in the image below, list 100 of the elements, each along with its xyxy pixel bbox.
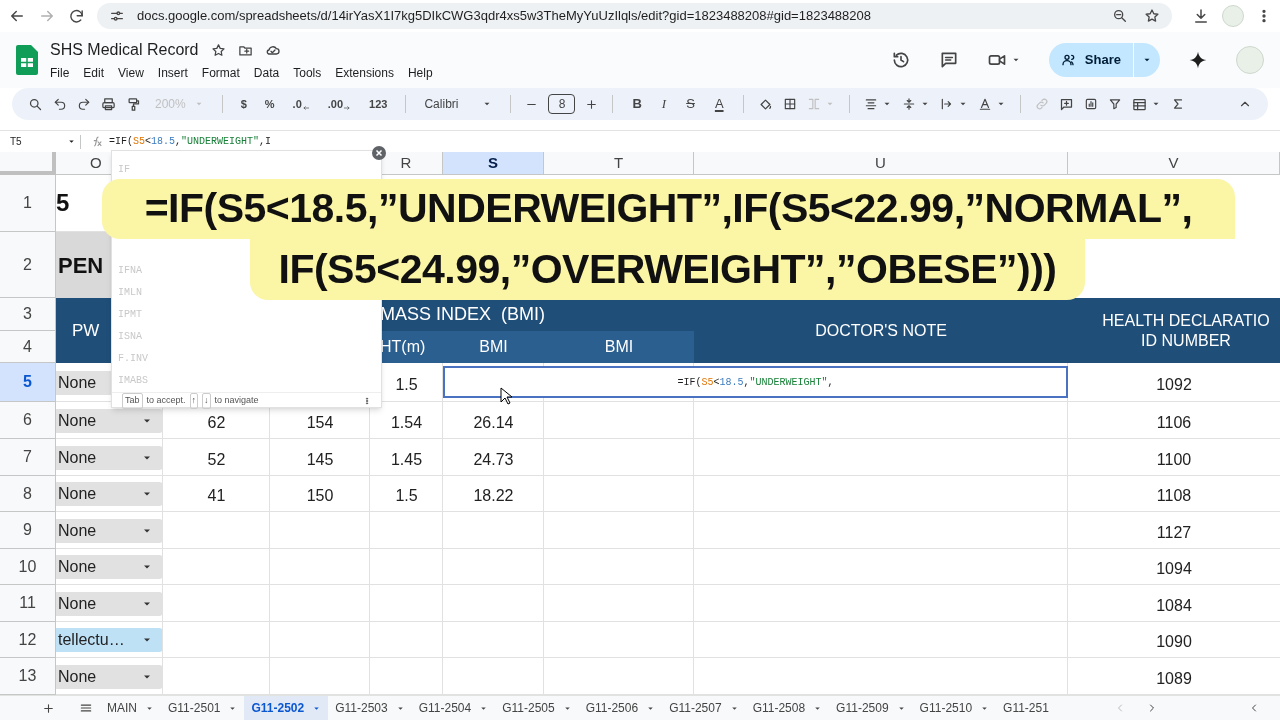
menu-item[interactable]: Extensions bbox=[335, 64, 394, 82]
star-icon[interactable] bbox=[1144, 8, 1160, 24]
menu-item[interactable]: Edit bbox=[83, 64, 105, 82]
status-dropdown[interactable]: None bbox=[56, 445, 163, 470]
formula-input[interactable]: =IF(S5<18.5,"UNDERWEIGHT",I bbox=[109, 134, 272, 149]
star-icon[interactable] bbox=[210, 42, 226, 58]
borders-icon[interactable] bbox=[782, 97, 797, 111]
close-icon[interactable] bbox=[372, 146, 386, 160]
row-header[interactable]: 8 bbox=[0, 476, 56, 512]
column-title: DOCTOR'S NOTE bbox=[815, 320, 947, 341]
download-icon[interactable] bbox=[1192, 7, 1210, 25]
sheets-logo-icon[interactable] bbox=[16, 45, 38, 75]
paint-format-icon[interactable] bbox=[126, 96, 141, 112]
row-header[interactable]: 11 bbox=[0, 585, 56, 622]
row-header[interactable]: 9 bbox=[0, 512, 56, 549]
sheet-tab[interactable]: G11-2504 bbox=[411, 696, 496, 720]
key-hint: ↓ bbox=[202, 393, 211, 409]
sheet-tab[interactable]: G11-2502 bbox=[244, 696, 329, 720]
row-header[interactable]: 5 bbox=[0, 363, 56, 402]
share-button[interactable]: Share bbox=[1048, 43, 1133, 77]
status-dropdown[interactable]: tellectu… bbox=[56, 628, 163, 652]
status-dropdown[interactable]: None bbox=[56, 591, 163, 616]
text-rotation-icon[interactable] bbox=[977, 97, 992, 111]
vertical-align-icon[interactable] bbox=[901, 97, 916, 111]
menu-item[interactable]: Format bbox=[201, 64, 240, 82]
table-icon[interactable] bbox=[1131, 96, 1147, 112]
menu-item[interactable]: File bbox=[50, 64, 70, 82]
zoom-icon[interactable] bbox=[1112, 8, 1128, 24]
reload-icon[interactable] bbox=[68, 7, 85, 25]
chart-icon[interactable] bbox=[1083, 97, 1098, 111]
column-header[interactable]: U bbox=[694, 152, 1068, 175]
text-format-button[interactable]: A bbox=[709, 94, 729, 114]
plus-icon[interactable] bbox=[585, 97, 599, 111]
add-comment-icon[interactable] bbox=[1058, 96, 1074, 112]
number-format-button[interactable]: $ bbox=[236, 95, 251, 113]
add-sheet-icon[interactable] bbox=[42, 701, 55, 715]
row-header[interactable]: 13 bbox=[0, 658, 56, 695]
sheet-tab[interactable]: G11-2506 bbox=[578, 696, 663, 720]
row-header[interactable]: 4 bbox=[0, 331, 56, 363]
undo-icon[interactable] bbox=[53, 97, 67, 111]
fill-color-icon[interactable] bbox=[757, 96, 773, 112]
sheet-title: 5 bbox=[56, 188, 70, 218]
number-format-button[interactable]: % bbox=[260, 95, 279, 113]
sheet-tab[interactable]: G11-2503 bbox=[328, 696, 412, 720]
filter-icon[interactable] bbox=[1107, 97, 1122, 111]
key-hint: ↑ bbox=[189, 393, 199, 409]
status-dropdown[interactable]: None bbox=[56, 518, 163, 543]
status-dropdown[interactable]: None bbox=[56, 555, 163, 579]
row-header[interactable]: 7 bbox=[0, 439, 56, 476]
number-format-button[interactable]: .0 bbox=[288, 95, 314, 113]
sheet-tab[interactable]: G11-2508 bbox=[745, 696, 830, 720]
font-dropdown[interactable]: Calibri bbox=[420, 95, 497, 113]
menu-item[interactable]: View bbox=[118, 64, 144, 82]
caret-icon[interactable] bbox=[67, 137, 76, 146]
address-bar[interactable]: docs.google.com/spreadsheets/d/14irYasX1I7kg5DIkCWG3qdr4xs5w3TheMyYuUzIlqls/edit?gid=1823488208#gid=1823488208 bbox=[97, 3, 1172, 29]
sparkle-icon[interactable] bbox=[1188, 50, 1208, 70]
sheet-tab[interactable]: G11-2505 bbox=[495, 696, 579, 720]
row-header[interactable]: 10 bbox=[0, 549, 56, 585]
number-format-button[interactable]: .00 bbox=[323, 95, 356, 113]
menu-item[interactable]: Data bbox=[253, 64, 280, 82]
search-icon[interactable] bbox=[28, 96, 43, 112]
row-header[interactable]: 2 bbox=[0, 232, 56, 298]
text-wrap-icon[interactable] bbox=[939, 97, 954, 111]
row-header[interactable]: 3 bbox=[0, 298, 56, 331]
document-title[interactable]: SHS Medical Record bbox=[50, 38, 199, 62]
site-info-icon[interactable] bbox=[109, 8, 125, 24]
sheet-tab[interactable]: G11-2510 bbox=[912, 696, 997, 720]
row-header[interactable]: 6 bbox=[0, 402, 56, 439]
text-format-button[interactable]: S bbox=[681, 94, 700, 114]
sheet-tab[interactable]: MAIN bbox=[100, 696, 161, 720]
table-cell-text: 26.14 bbox=[473, 412, 514, 433]
row-header[interactable]: 1 bbox=[0, 175, 56, 232]
table-cell-text: 62 bbox=[207, 412, 226, 433]
column-header[interactable]: S bbox=[443, 152, 544, 175]
column-header[interactable]: T bbox=[544, 152, 694, 175]
sheet-list-icon[interactable] bbox=[79, 701, 93, 715]
cell-editor[interactable]: =IF(S5<18.5,"UNDERWEIGHT", bbox=[443, 366, 1068, 398]
redo-icon[interactable] bbox=[77, 97, 91, 111]
row-header[interactable]: 12 bbox=[0, 622, 56, 658]
print-icon[interactable] bbox=[101, 96, 116, 112]
number-format-button[interactable]: 123 bbox=[365, 95, 392, 113]
column-header[interactable]: V bbox=[1068, 152, 1280, 175]
text-format-button[interactable]: I bbox=[656, 94, 672, 114]
sheet-tab[interactable]: G11-251 bbox=[996, 696, 1056, 720]
menu-item[interactable]: Tools bbox=[293, 64, 322, 82]
font-size-field[interactable]: 8 bbox=[548, 94, 576, 114]
sheet-tab[interactable]: G11-2507 bbox=[662, 696, 746, 720]
status-dropdown[interactable]: None bbox=[56, 664, 163, 689]
menu-item[interactable]: Insert bbox=[157, 64, 188, 82]
status-dropdown[interactable]: None bbox=[56, 482, 163, 506]
menu-item[interactable]: Help bbox=[407, 64, 433, 82]
align-icon[interactable] bbox=[863, 97, 878, 111]
arrow-right-icon bbox=[343, 104, 352, 113]
table-cell-text: 145 bbox=[306, 449, 334, 470]
sheet-tab[interactable]: G11-2501 bbox=[161, 696, 245, 720]
sheet-tab[interactable]: G11-2509 bbox=[829, 696, 913, 720]
text-format-button[interactable]: B bbox=[627, 94, 647, 114]
name-box[interactable]: T5 bbox=[0, 134, 80, 149]
table-cell-text: 1106 bbox=[1156, 412, 1192, 433]
status-dropdown[interactable]: None bbox=[56, 408, 163, 433]
